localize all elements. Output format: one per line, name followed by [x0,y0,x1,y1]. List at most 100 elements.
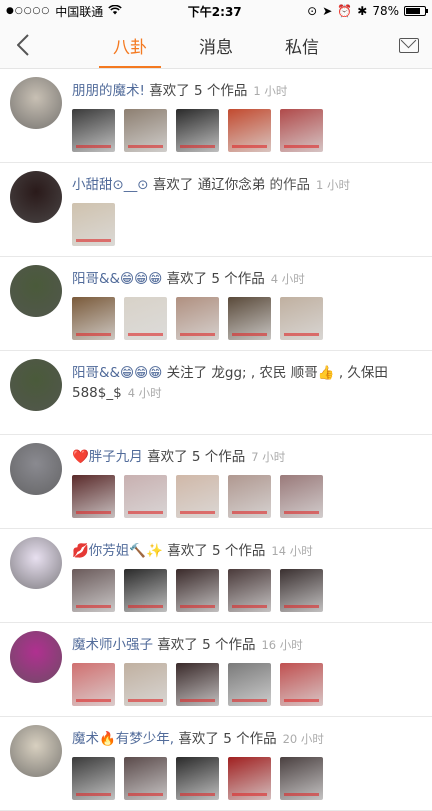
feed-item[interactable]: 小甜甜⊙__⊙ 喜欢了 通辽你念弟 的作品 1 小时 [0,163,432,257]
user-name-link[interactable]: 朋朋的魔术! [72,83,145,99]
battery-level-fill [405,8,421,14]
activity-text: 阳哥&&😁😁😁 喜欢了 5 个作品 4 小时 [72,269,424,289]
video-thumbnail[interactable] [228,757,271,800]
feed-content: 魔术师小强子 喜欢了 5 个作品 16 小时 [72,631,432,716]
timestamp: 4 小时 [270,272,305,286]
active-tab-indicator [99,66,161,68]
activity-suffix: 的作品 [269,177,311,193]
video-thumbnail[interactable] [72,297,115,340]
location-icon: ➤ [322,4,333,18]
timestamp: 4 小时 [127,386,162,400]
feed-item[interactable]: 阳哥&&😁😁😁 喜欢了 5 个作品 4 小时 [0,257,432,351]
user-name-link[interactable]: ❤️胖子九月 [72,449,143,465]
activity-action: 喜欢了 5 个作品 [147,449,246,465]
activity-target-link[interactable]: 通辽你念弟 [198,177,266,193]
video-thumbnail[interactable] [72,109,115,152]
video-thumbnail[interactable] [124,757,167,800]
tab-bar: 八卦 消息 私信 [87,22,345,68]
compose-mail-button[interactable] [386,22,432,68]
user-name-link[interactable]: 小甜甜⊙__⊙ [72,177,149,193]
video-thumbnail[interactable] [72,569,115,612]
avatar[interactable] [10,631,62,683]
wifi-icon [108,4,123,18]
avatar[interactable] [10,443,62,495]
feed-item[interactable]: 阳哥&&😁😁😁 关注了 龙gg; , 农民 顺哥👍 , 久保田588$_$ 4 小… [0,351,432,435]
avatar[interactable] [10,359,62,411]
video-thumbnail[interactable] [280,569,323,612]
user-name-link[interactable]: 魔术师小强子 [72,637,153,653]
feed-item[interactable]: 朋朋的魔术! 喜欢了 5 个作品 1 小时 [0,69,432,163]
avatar[interactable] [10,537,62,589]
video-thumbnail[interactable] [176,569,219,612]
video-thumbnail[interactable] [280,757,323,800]
tab-private-messages[interactable]: 私信 [259,22,345,68]
avatar[interactable] [10,77,62,129]
feed-item[interactable]: ❤️胖子九月 喜欢了 5 个作品 7 小时 [0,435,432,529]
avatar[interactable] [10,725,62,777]
feed-item[interactable]: 💋你芳姐🔨✨ 喜欢了 5 个作品 14 小时 [0,529,432,623]
video-thumbnail[interactable] [176,757,219,800]
video-thumbnail[interactable] [228,297,271,340]
alarm-icon: ⏰ [337,4,353,18]
video-thumbnail[interactable] [72,663,115,706]
thumbnail-row [72,109,424,152]
status-bar: ●○○○○ 中国联通 下午2:37 ⊙ ➤ ⏰ ✱ 78% [0,0,432,22]
chevron-left-icon [17,34,29,56]
video-thumbnail[interactable] [124,109,167,152]
tab-label: 消息 [199,37,233,58]
signal-strength-icon: ●○○○○ [6,6,51,16]
user-name-link[interactable]: 阳哥&&😁😁😁 [72,365,162,381]
video-thumbnail[interactable] [228,569,271,612]
video-thumbnail[interactable] [228,663,271,706]
battery-icon [403,6,428,16]
feed-item[interactable]: 魔术师小强子 喜欢了 5 个作品 16 小时 [0,623,432,717]
video-thumbnail[interactable] [176,475,219,518]
avatar[interactable] [10,171,62,223]
timestamp: 7 小时 [251,450,286,464]
tab-label: 私信 [285,37,319,58]
video-thumbnail[interactable] [228,475,271,518]
tab-gossip[interactable]: 八卦 [87,22,173,68]
video-thumbnail[interactable] [176,663,219,706]
timestamp: 1 小时 [316,178,350,192]
video-thumbnail[interactable] [176,297,219,340]
activity-text: ❤️胖子九月 喜欢了 5 个作品 7 小时 [72,447,424,467]
avatar[interactable] [10,265,62,317]
activity-action: 喜欢了 5 个作品 [178,731,277,747]
video-thumbnail[interactable] [280,663,323,706]
video-thumbnail[interactable] [72,475,115,518]
video-thumbnail[interactable] [124,569,167,612]
video-thumbnail[interactable] [176,109,219,152]
video-thumbnail[interactable] [124,663,167,706]
video-thumbnail[interactable] [72,203,115,246]
video-thumbnail[interactable] [228,109,271,152]
activity-feed: 朋朋的魔术! 喜欢了 5 个作品 1 小时 小甜甜⊙__⊙ 喜欢了 通辽你念弟 的作… [0,69,432,811]
thumbnail-row [72,663,424,706]
feed-content: 💋你芳姐🔨✨ 喜欢了 5 个作品 14 小时 [72,537,432,622]
thumbnail-row [72,475,424,518]
timestamp: 1 小时 [253,84,288,98]
tab-messages[interactable]: 消息 [173,22,259,68]
user-name-link[interactable]: 魔术🔥有梦少年, [72,731,174,747]
user-name-link[interactable]: 阳哥&&😁😁😁 [72,271,162,287]
timestamp: 16 小时 [261,638,303,652]
video-thumbnail[interactable] [124,475,167,518]
feed-item[interactable]: 魔术🔥有梦少年, 喜欢了 5 个作品 20 小时 [0,717,432,811]
feed-content: 阳哥&&😁😁😁 喜欢了 5 个作品 4 小时 [72,265,432,350]
video-thumbnail[interactable] [124,297,167,340]
video-thumbnail[interactable] [72,757,115,800]
video-thumbnail[interactable] [280,475,323,518]
activity-text: 小甜甜⊙__⊙ 喜欢了 通辽你念弟 的作品 1 小时 [72,175,424,195]
activity-text: 阳哥&&😁😁😁 关注了 龙gg; , 农民 顺哥👍 , 久保田588$_$ 4 小… [72,363,424,403]
activity-text: 💋你芳姐🔨✨ 喜欢了 5 个作品 14 小时 [72,541,424,561]
thumbnail-row [72,297,424,340]
back-button[interactable] [0,22,46,68]
activity-text: 魔术师小强子 喜欢了 5 个作品 16 小时 [72,635,424,655]
orientation-lock-icon: ⊙ [307,4,318,18]
video-thumbnail[interactable] [280,109,323,152]
video-thumbnail[interactable] [280,297,323,340]
thumbnail-row [72,569,424,612]
feed-content: 小甜甜⊙__⊙ 喜欢了 通辽你念弟 的作品 1 小时 [72,171,432,256]
user-name-link[interactable]: 💋你芳姐🔨✨ [72,543,163,559]
feed-content: 阳哥&&😁😁😁 关注了 龙gg; , 农民 顺哥👍 , 久保田588$_$ 4 小… [72,359,432,434]
